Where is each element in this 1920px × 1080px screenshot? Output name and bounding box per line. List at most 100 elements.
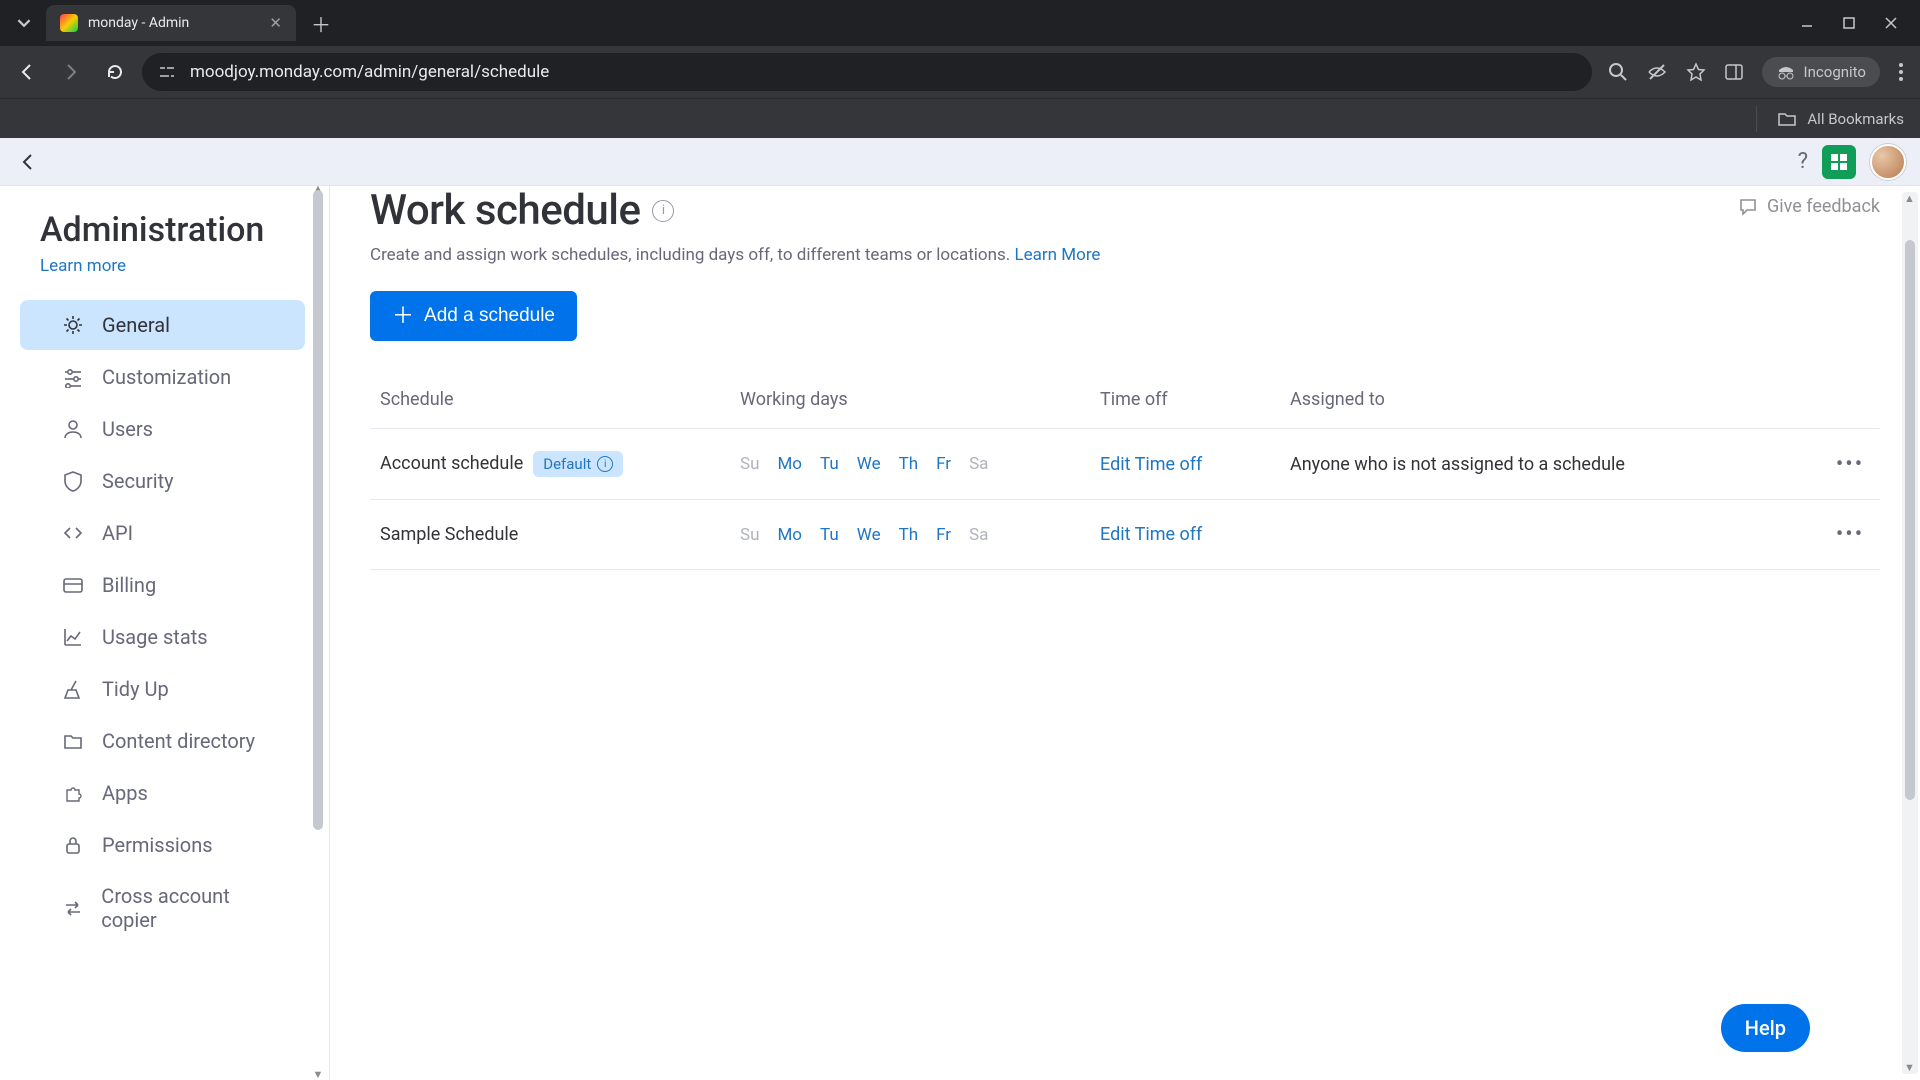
col-schedule-header: Schedule [370,375,730,429]
day-we[interactable]: We [857,525,881,545]
sidebar-item-general[interactable]: General [20,300,305,350]
day-tu[interactable]: Tu [820,525,839,545]
day-fr[interactable]: Fr [936,525,951,545]
code-icon [60,520,86,546]
main-content: Work schedule i Give feedback Create and… [330,186,1920,1080]
working-days: Su Mo Tu We Th Fr Sa [740,454,1080,474]
scrollbar-thumb[interactable] [313,190,323,830]
incognito-indicator[interactable]: Incognito [1762,57,1880,87]
sidebar-scrollbar[interactable]: ▲ ▼ [311,186,325,1080]
folder-icon [1777,110,1797,128]
sidebar-item-permissions[interactable]: Permissions [20,820,305,870]
info-icon[interactable]: i [652,200,674,222]
schedule-name: Account schedule [380,453,523,474]
divider [1756,106,1757,132]
url-box[interactable]: moodjoy.monday.com/admin/general/schedul… [142,53,1592,91]
row-menu-button[interactable]: ••• [1836,452,1864,477]
day-we[interactable]: We [857,454,881,474]
help-icon[interactable]: ? [1798,149,1808,174]
app-back-button[interactable] [14,148,42,176]
sidebar-item-customization[interactable]: Customization [20,352,305,402]
minimize-button[interactable] [1800,16,1814,30]
forward-button[interactable] [54,55,88,89]
sidebar-item-billing[interactable]: Billing [20,560,305,610]
day-mo[interactable]: Mo [777,454,802,474]
day-su[interactable]: Su [740,525,759,545]
close-tab-button[interactable]: ✕ [269,14,282,32]
add-schedule-button[interactable]: ＋ Add a schedule [370,291,577,341]
sidebar-item-label: Usage stats [102,625,208,649]
edit-time-off-link[interactable]: Edit Time off [1100,524,1202,545]
day-fr[interactable]: Fr [936,454,951,474]
day-tu[interactable]: Tu [820,454,839,474]
chart-icon [60,624,86,650]
sidebar-item-security[interactable]: Security [20,456,305,506]
main-scrollbar[interactable]: ▲ ▼ [1902,192,1918,1074]
table-row: Sample ScheduleSuMoTuWeThFrSaEdit Time o… [370,500,1880,570]
edit-time-off-link[interactable]: Edit Time off [1100,454,1202,475]
col-assigned-header: Assigned to [1280,375,1820,429]
puzzle-icon [60,780,86,806]
row-menu-button[interactable]: ••• [1836,522,1864,547]
panel-icon[interactable] [1724,62,1744,82]
sidebar-item-users[interactable]: Users [20,404,305,454]
schedule-table: Schedule Working days Time off Assigned … [370,375,1880,570]
day-sa[interactable]: Sa [969,454,988,474]
sidebar-item-usage-stats[interactable]: Usage stats [20,612,305,662]
site-settings-icon[interactable] [156,61,178,83]
day-mo[interactable]: Mo [777,525,802,545]
reload-button[interactable] [98,55,132,89]
give-feedback-link[interactable]: Give feedback [1737,196,1880,218]
sidebar-item-apps[interactable]: Apps [20,768,305,818]
sidebar-learn-more-link[interactable]: Learn more [0,254,166,298]
all-bookmarks-link[interactable]: All Bookmarks [1807,110,1904,128]
eye-off-icon[interactable] [1646,61,1668,83]
back-button[interactable] [10,55,44,89]
bookmark-star-icon[interactable] [1686,62,1706,82]
favicon-icon [60,14,78,32]
day-th[interactable]: Th [899,525,919,545]
scroll-down-icon[interactable]: ▼ [311,1068,325,1080]
incognito-icon [1776,64,1796,80]
scroll-up-icon[interactable]: ▲ [1904,192,1916,205]
day-th[interactable]: Th [899,454,919,474]
swap-icon [60,895,85,921]
info-icon[interactable]: i [597,456,613,472]
assigned-to-text: Anyone who is not assigned to a schedule [1290,454,1625,475]
sliders-icon [60,364,86,390]
kebab-menu-button[interactable] [1898,62,1904,82]
day-sa[interactable]: Sa [969,525,988,545]
workspace-switcher-icon[interactable] [1822,145,1856,179]
page-title: Work schedule [370,186,640,235]
give-feedback-label: Give feedback [1767,196,1880,217]
admin-sidebar: Administration Learn more GeneralCustomi… [0,186,330,1080]
learn-more-link[interactable]: Learn More [1015,245,1101,265]
sidebar-item-label: Cross account copier [101,884,285,932]
sidebar-item-label: Billing [102,573,156,597]
sidebar-item-api[interactable]: API [20,508,305,558]
tab-title: monday - Admin [88,15,189,31]
avatar[interactable] [1870,144,1906,180]
sidebar-item-content-directory[interactable]: Content directory [20,716,305,766]
day-su[interactable]: Su [740,454,759,474]
sidebar-item-tidy-up[interactable]: Tidy Up [20,664,305,714]
page-subtitle: Create and assign work schedules, includ… [370,245,1880,265]
close-window-button[interactable] [1884,16,1898,30]
working-days: Su Mo Tu We Th Fr Sa [740,525,1080,545]
folder-icon [60,728,86,754]
card-icon [60,572,86,598]
sidebar-item-label: Permissions [102,833,213,857]
scrollbar-thumb[interactable] [1905,240,1915,800]
new-tab-button[interactable]: ＋ [306,8,336,38]
sidebar-item-label: Users [102,417,153,441]
browser-tab[interactable]: monday - Admin ✕ [46,5,296,41]
table-row: Account schedule Defaulti Su Mo Tu We Th Fr Sa Ed… [370,429,1880,500]
scroll-down-icon[interactable]: ▼ [1904,1061,1916,1074]
maximize-button[interactable] [1842,16,1856,30]
help-button[interactable]: Help [1721,1004,1810,1052]
col-timeoff-header: Time off [1090,375,1280,429]
default-badge: Defaulti [533,451,623,477]
search-icon[interactable] [1608,62,1628,82]
tabs-dropdown-button[interactable] [8,7,40,39]
sidebar-item-cross-account-copier[interactable]: Cross account copier [20,872,305,944]
